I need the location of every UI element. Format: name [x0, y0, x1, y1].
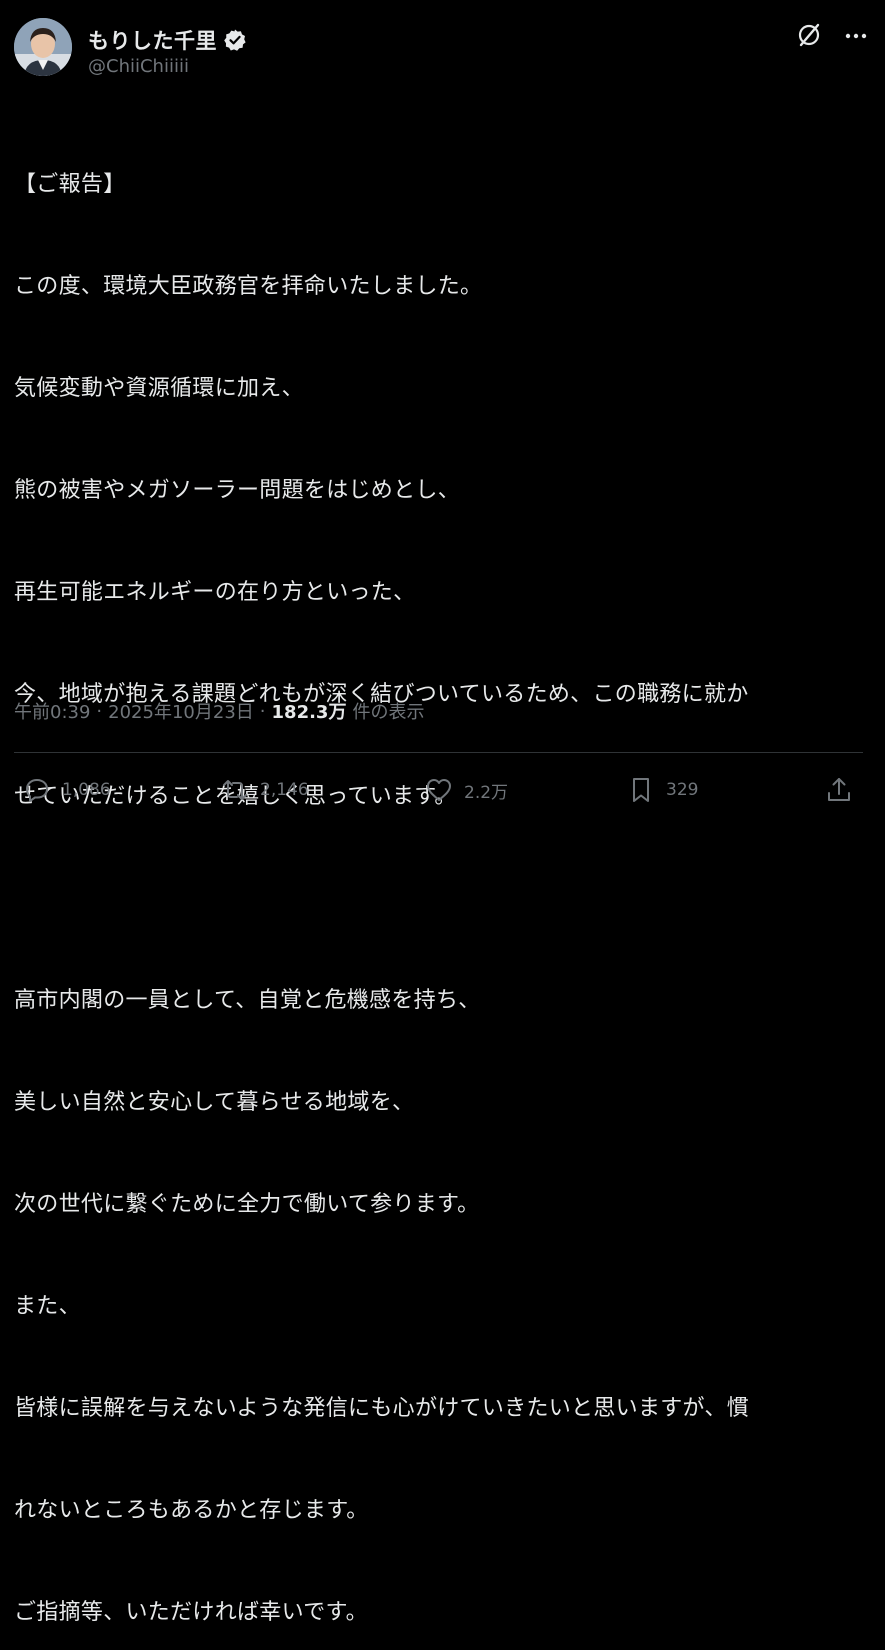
meta-separator: ·: [96, 700, 103, 722]
post-text-blank-line: [14, 882, 876, 916]
post-text-line: 高市内閣の一員として、自覚と危機感を持ち、: [14, 988, 481, 1013]
heart-icon: [424, 775, 454, 805]
post-text-line: この度、環境大臣政務官を拝命いたしました。: [14, 274, 483, 299]
bookmark-button[interactable]: 329: [626, 770, 698, 810]
post-text-line: ご指摘等、いただければ幸いです。: [14, 1600, 368, 1625]
post-text-line: 美しい自然と安心して暮らせる地域を、: [14, 1090, 415, 1115]
post-detail: もりした千里 @ChiiChiiiii 【ご報告】 この度、環境大臣政務官を拝命…: [0, 0, 885, 1625]
bookmark-icon: [626, 775, 656, 805]
repost-count: 2,146: [260, 780, 309, 800]
post-text-line: 皆様に誤解を与えないような発信にも心がけていきたいと思いますが、慣: [14, 1396, 750, 1421]
post-text: 【ご報告】 この度、環境大臣政務官を拝命いたしました。 気候変動や資源循環に加え…: [14, 100, 876, 1650]
bookmark-count: 329: [666, 780, 699, 800]
post-header: もりした千里 @ChiiChiiiii: [14, 18, 871, 80]
avatar[interactable]: [14, 18, 72, 76]
repost-icon: [220, 775, 250, 805]
avatar-image: [14, 18, 72, 76]
action-bar: 1,086 2,146 2.2万 329: [22, 770, 857, 810]
post-text-line: 気候変動や資源循環に加え、: [14, 376, 304, 401]
user-handle[interactable]: @ChiiChiiiii: [88, 56, 189, 77]
post-text-line: 再生可能エネルギーの在り方といった、: [14, 580, 416, 605]
divider: [14, 752, 863, 753]
post-text-line: 次の世代に繋ぐために全力で働いて参ります。: [14, 1192, 480, 1217]
display-name[interactable]: もりした千里: [88, 25, 217, 55]
views-count: 182.3万: [271, 702, 347, 723]
post-text-line: 【ご報告】: [14, 172, 126, 197]
views-label: 件の表示: [352, 702, 425, 723]
post-text-line: 熊の被害やメガソーラー問題をはじめとし、: [14, 478, 461, 503]
name-row: もりした千里: [88, 26, 247, 54]
reply-button[interactable]: 1,086: [22, 770, 111, 810]
post-text-line: また、: [14, 1294, 81, 1319]
share-button[interactable]: [824, 770, 854, 810]
like-count: 2.2万: [464, 782, 509, 803]
share-icon: [824, 775, 854, 805]
reply-icon: [22, 775, 52, 805]
post-time[interactable]: 午前0:39: [14, 698, 90, 724]
post-date[interactable]: 2025年10月23日: [108, 698, 254, 724]
post-text-line: れないところもあるかと存じます。: [14, 1498, 369, 1523]
reply-count: 1,086: [62, 780, 111, 800]
repost-button[interactable]: 2,146: [220, 770, 309, 810]
like-button[interactable]: 2.2万: [424, 770, 508, 810]
meta-separator: ·: [259, 700, 266, 722]
grok-icon[interactable]: [796, 22, 822, 48]
verified-badge-icon: [223, 28, 247, 52]
more-horizontal-icon[interactable]: [843, 26, 869, 46]
post-meta: 午前0:39 · 2025年10月23日 · 182.3万 件の表示: [14, 697, 424, 725]
